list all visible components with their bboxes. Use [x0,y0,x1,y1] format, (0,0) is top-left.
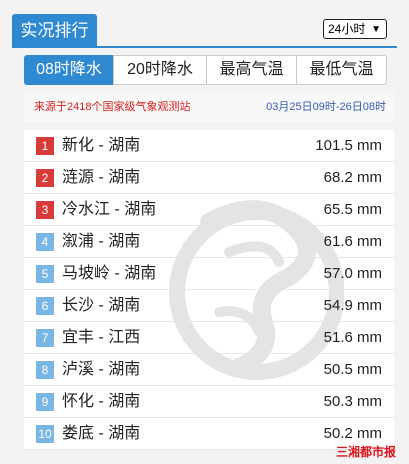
precipitation-value: 68.2 mm [323,169,382,186]
rank-badge: 6 [36,297,54,315]
list-item[interactable]: 6 长沙 - 湖南 54.9 mm [24,290,394,322]
tab-min-temperature[interactable]: 最低气温 [296,55,387,85]
station-name: 冷水江 - 湖南 [62,201,157,218]
title-underline [12,46,397,48]
period-select-value: 24小时 [328,22,366,36]
precipitation-value: 54.9 mm [323,297,382,314]
panel-title-tab[interactable]: 实况排行 [12,14,97,47]
precipitation-value: 50.3 mm [323,393,382,410]
station-name: 宜丰 - 江西 [62,329,141,346]
station-name: 新化 - 湖南 [62,137,141,154]
newspaper-logo: 三湘都市报 [336,445,397,459]
list-item[interactable]: 3 冷水江 - 湖南 65.5 mm [24,194,394,226]
rank-badge: 4 [36,233,54,251]
precipitation-value: 50.5 mm [323,361,382,378]
rank-badge: 9 [36,393,54,411]
chevron-down-icon: ▼ [371,24,381,35]
rank-badge: 8 [36,361,54,379]
period-select[interactable]: 24小时 ▼ [323,19,387,39]
time-range: 03月25日09时-26日08时 [266,101,386,113]
station-name: 怀化 - 湖南 [62,393,141,410]
data-source-note: 来源于2418个国家级气象观测站 [34,101,191,113]
rank-badge: 7 [36,329,54,347]
tab-08h-precipitation[interactable]: 08时降水 [24,55,114,85]
list-item[interactable]: 1 新化 - 湖南 101.5 mm [24,130,394,162]
station-name: 涟源 - 湖南 [62,169,141,186]
precipitation-value: 57.0 mm [323,265,382,282]
ranking-list: 1 新化 - 湖南 101.5 mm 2 涟源 - 湖南 68.2 mm 3 冷… [24,130,394,450]
category-tabs: 08时降水 20时降水 最高气温 最低气温 [24,55,387,85]
list-item[interactable]: 7 宜丰 - 江西 51.6 mm [24,322,394,354]
station-name: 泸溪 - 湖南 [62,361,141,378]
precipitation-value: 65.5 mm [323,201,382,218]
tab-20h-precipitation[interactable]: 20时降水 [113,55,207,85]
station-name: 溆浦 - 湖南 [62,233,141,250]
tab-max-temperature[interactable]: 最高气温 [206,55,297,85]
precipitation-value: 101.5 mm [315,137,382,154]
list-item[interactable]: 5 马坡岭 - 湖南 57.0 mm [24,258,394,290]
rank-badge: 10 [36,425,54,443]
rank-badge: 3 [36,201,54,219]
rank-badge: 2 [36,169,54,187]
list-item[interactable]: 4 溆浦 - 湖南 61.6 mm [24,226,394,258]
list-item[interactable]: 2 涟源 - 湖南 68.2 mm [24,162,394,194]
station-name: 娄底 - 湖南 [62,425,141,442]
list-item[interactable]: 9 怀化 - 湖南 50.3 mm [24,386,394,418]
station-name: 马坡岭 - 湖南 [62,265,157,282]
list-item[interactable]: 8 泸溪 - 湖南 50.5 mm [24,354,394,386]
rank-badge: 5 [36,265,54,283]
rank-badge: 1 [36,137,54,155]
precipitation-value: 61.6 mm [323,233,382,250]
info-bar: 来源于2418个国家级气象观测站 03月25日09时-26日08时 [24,92,394,122]
ranking-panel: 实况排行 24小时 ▼ 08时降水 20时降水 最高气温 最低气温 来源于241… [0,0,409,464]
precipitation-value: 51.6 mm [323,329,382,346]
station-name: 长沙 - 湖南 [62,297,141,314]
